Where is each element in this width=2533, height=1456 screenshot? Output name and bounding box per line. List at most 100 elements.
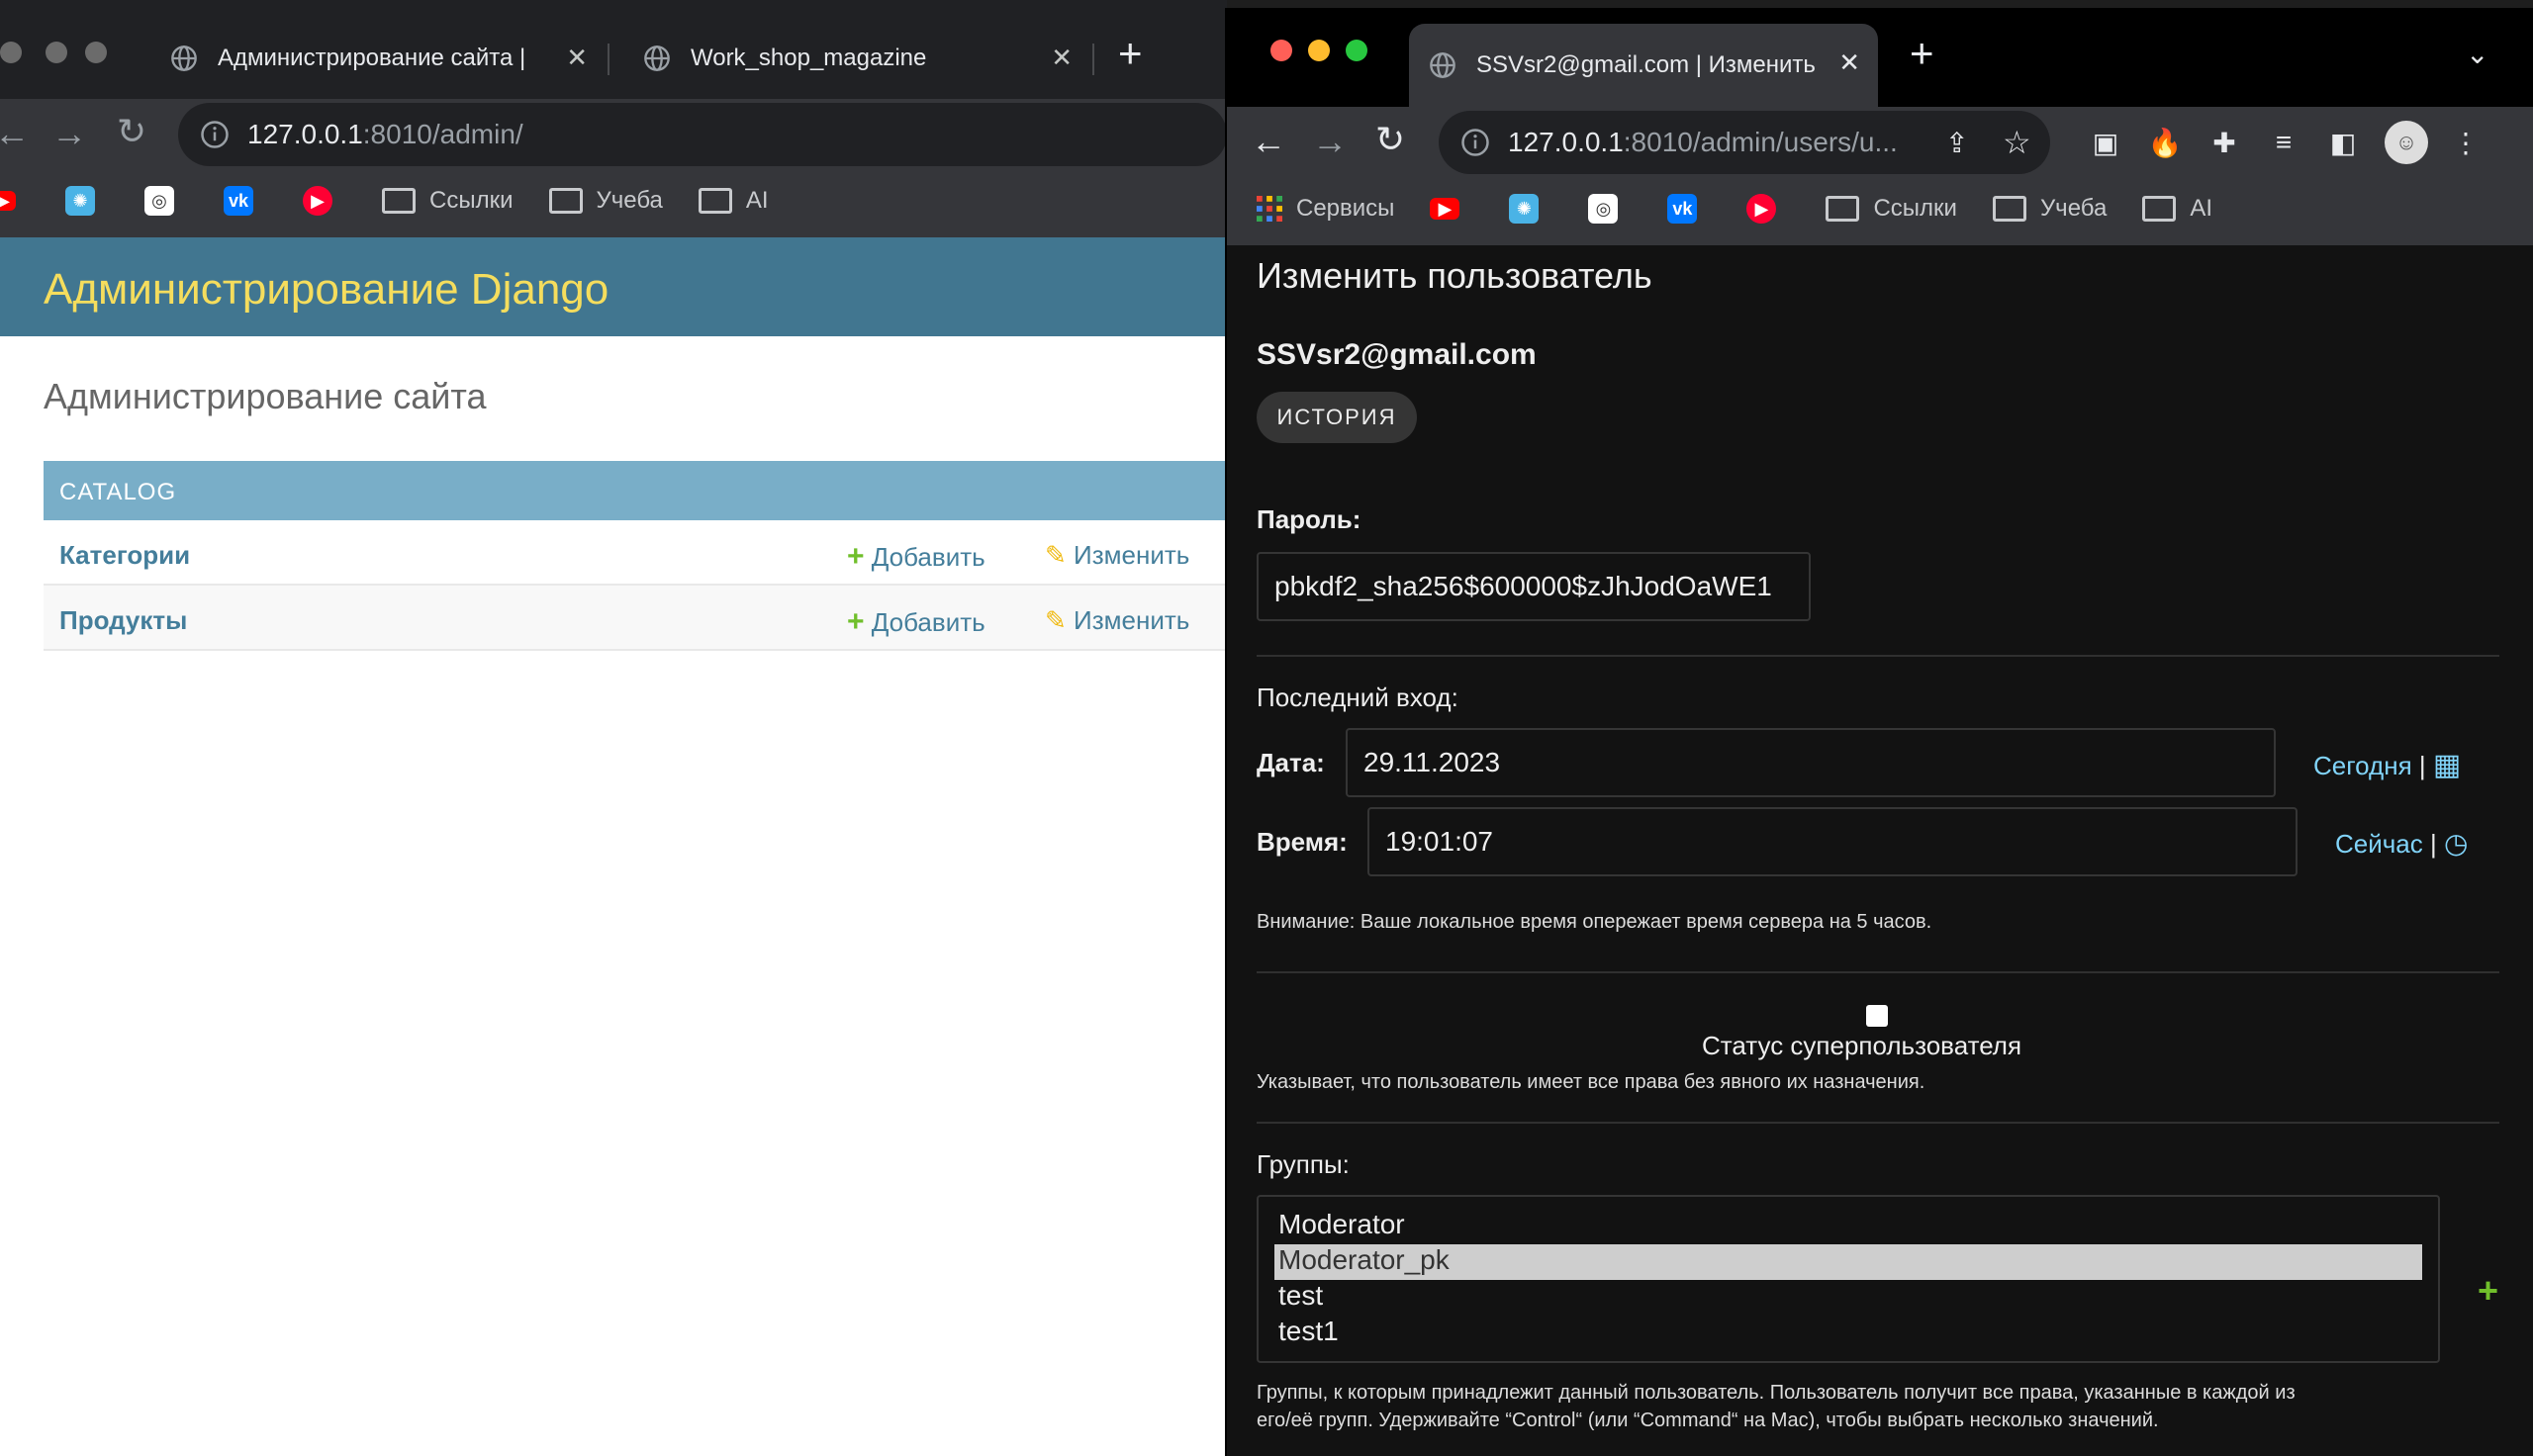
bookmark-star-icon[interactable]: ☆ xyxy=(2003,124,2031,161)
bookmark-youtube[interactable]: ▶ xyxy=(1430,198,1473,220)
plus-icon: + xyxy=(847,540,865,573)
password-field[interactable]: pbkdf2_sha256$600000$zJhJodOaWE1 xyxy=(1257,552,1811,621)
tab-user-change[interactable]: SSVsr2@gmail.com | Изменить ✕ xyxy=(1409,24,1878,107)
reload-icon[interactable]: ↻ xyxy=(1375,119,1405,160)
superuser-label[interactable]: Статус суперпользователя xyxy=(1702,1031,2021,1061)
tab-close-icon[interactable]: ✕ xyxy=(1051,43,1073,73)
bookmark-music[interactable]: ▶ xyxy=(1746,194,1790,224)
bookmark-ai-logo[interactable]: ◎ xyxy=(1588,194,1632,224)
date-input[interactable]: 29.11.2023 xyxy=(1346,728,2276,797)
youtube-icon: ▶ xyxy=(0,191,16,211)
forward-arrow-icon[interactable]: → xyxy=(51,113,87,154)
history-button[interactable]: ИСТОРИЯ xyxy=(1257,392,1417,443)
tab-search-chevron-icon[interactable]: ⌄ xyxy=(2466,38,2488,70)
bookmark-gear-site[interactable]: ✺ xyxy=(65,186,109,216)
apps-grid-icon xyxy=(1257,196,1282,222)
change-link[interactable]: ✎ Изменить xyxy=(1045,540,1189,571)
group-option[interactable]: Moderator xyxy=(1274,1209,2422,1244)
module-caption[interactable]: CATALOG xyxy=(44,461,1227,520)
share-icon[interactable]: ⇪ xyxy=(1945,127,1968,159)
bookmark-vk[interactable]: vk xyxy=(224,186,267,216)
clock-icon[interactable]: ◷ xyxy=(2444,828,2468,859)
media-queue-icon[interactable]: ≡ xyxy=(2266,125,2301,160)
browser-toolbar: ← → ↻ 127.0.0.1:8010/admin/users/u... ⇪ … xyxy=(1227,107,2533,245)
menu-kebab-icon[interactable]: ⋮ xyxy=(2448,125,2484,160)
pencil-icon: ✎ xyxy=(1045,540,1067,570)
now-shortcut[interactable]: Сейчас | ◷ xyxy=(2335,827,2468,860)
folder-icon xyxy=(1992,196,2026,222)
tab-close-icon[interactable]: ✕ xyxy=(1838,47,1860,78)
change-link[interactable]: ✎ Изменить xyxy=(1045,605,1189,636)
today-shortcut[interactable]: Сегодня | ▦ xyxy=(2313,748,2461,782)
window-close-button[interactable] xyxy=(1270,40,1292,61)
password-label: Пароль: xyxy=(1257,504,1361,534)
bookmark-folder-links[interactable]: Ссылки xyxy=(382,187,514,215)
page-title: Администрирование сайта xyxy=(44,376,487,416)
bookmark-folder-study[interactable]: Учеба xyxy=(548,187,663,215)
url-host: 127.0.0.1 xyxy=(247,119,363,149)
site-branding[interactable]: Администрирование Django xyxy=(44,265,609,315)
address-bar[interactable]: 127.0.0.1:8010/admin/ xyxy=(178,103,1227,166)
pencil-icon: ✎ xyxy=(1045,605,1067,635)
address-bar[interactable]: 127.0.0.1:8010/admin/users/u... ⇪ ☆ xyxy=(1439,111,2050,174)
bookmark-youtube[interactable]: ▶ xyxy=(0,191,30,211)
url-path: :8010/admin/users/u... xyxy=(1623,127,1898,157)
object-title: SSVsr2@gmail.com xyxy=(1257,338,1537,371)
bookmark-folder-ai[interactable]: AI xyxy=(698,187,769,215)
info-icon[interactable] xyxy=(200,120,230,149)
django-site-header: Администрирование Django xyxy=(0,237,1227,336)
bookmark-ai-logo[interactable]: ◎ xyxy=(144,186,188,216)
bookmark-folder-study[interactable]: Учеба xyxy=(1992,195,2107,223)
bookmark-folder-ai[interactable]: AI xyxy=(2142,195,2212,223)
last-login-label: Последний вход: xyxy=(1257,682,1458,712)
group-option-selected[interactable]: Moderator_pk xyxy=(1274,1244,2422,1280)
groups-label: Группы: xyxy=(1257,1149,1350,1179)
group-option[interactable]: test xyxy=(1274,1280,2422,1316)
bookmark-music[interactable]: ▶ xyxy=(303,186,346,216)
info-icon[interactable] xyxy=(1460,128,1490,157)
vk-icon: vk xyxy=(224,186,253,216)
bookmark-gear-site[interactable]: ✺ xyxy=(1509,194,1552,224)
bookmarks-bar: Сервисы ▶ ✺ ◎ vk ▶ Ссылки Учеба AI xyxy=(1257,194,2248,224)
window-minimize-button[interactable] xyxy=(46,42,67,63)
tab-admin-site[interactable]: Администрирование сайта | ✕ xyxy=(150,24,604,93)
reload-icon[interactable]: ↻ xyxy=(117,111,146,152)
model-link[interactable]: Категории xyxy=(59,540,190,571)
app-module-catalog: CATALOG Категории + Добавить ✎ Изменить … xyxy=(44,461,1227,651)
window-zoom-button[interactable] xyxy=(1346,40,1367,61)
window-minimize-button[interactable] xyxy=(1308,40,1330,61)
user-change-form: Изменить пользователь SSVsr2@gmail.com И… xyxy=(1227,245,2533,1456)
window-zoom-button[interactable] xyxy=(85,42,107,63)
time-input[interactable]: 19:01:07 xyxy=(1367,807,2298,876)
bookmark-folder-links[interactable]: Ссылки xyxy=(1826,195,1957,223)
calendar-icon[interactable]: ▦ xyxy=(2433,749,2461,781)
extension-fire-icon[interactable]: 🔥 xyxy=(2147,125,2183,160)
globe-icon xyxy=(1430,52,1455,78)
new-tab-plus-icon[interactable]: + xyxy=(1118,30,1143,77)
side-panel-icon[interactable]: ◧ xyxy=(2325,125,2361,160)
back-arrow-icon[interactable]: ← xyxy=(0,113,30,154)
groups-select[interactable]: Moderator Moderator_pk test test1 xyxy=(1257,1195,2440,1363)
today-link[interactable]: Сегодня xyxy=(2313,751,2412,780)
bookmark-services[interactable]: Сервисы xyxy=(1257,195,1394,223)
time-label: Время: xyxy=(1257,827,1348,857)
add-link[interactable]: + Добавить xyxy=(847,540,985,574)
window-close-button[interactable] xyxy=(0,42,22,63)
back-arrow-icon[interactable]: ← xyxy=(1251,121,1286,162)
folder-icon xyxy=(548,188,583,214)
now-link[interactable]: Сейчас xyxy=(2335,829,2423,859)
forward-arrow-icon[interactable]: → xyxy=(1312,121,1348,162)
profile-avatar[interactable]: ☺ xyxy=(2385,121,2428,164)
superuser-checkbox[interactable] xyxy=(1866,1005,1888,1027)
gear-icon: ✺ xyxy=(1509,194,1540,224)
tab-work-shop-magazine[interactable]: Work_shop_magazine ✕ xyxy=(623,24,1088,93)
extensions-puzzle-icon[interactable]: ✚ xyxy=(2206,125,2242,160)
bookmark-vk[interactable]: vk xyxy=(1667,194,1711,224)
group-option[interactable]: test1 xyxy=(1274,1316,2422,1351)
tab-close-icon[interactable]: ✕ xyxy=(566,43,588,73)
new-tab-plus-icon[interactable]: + xyxy=(1910,30,1934,77)
model-link[interactable]: Продукты xyxy=(59,605,187,636)
extension-icon-1[interactable]: ▣ xyxy=(2088,125,2123,160)
add-group-plus-icon[interactable]: + xyxy=(2478,1270,2498,1312)
add-link[interactable]: + Добавить xyxy=(847,605,985,639)
